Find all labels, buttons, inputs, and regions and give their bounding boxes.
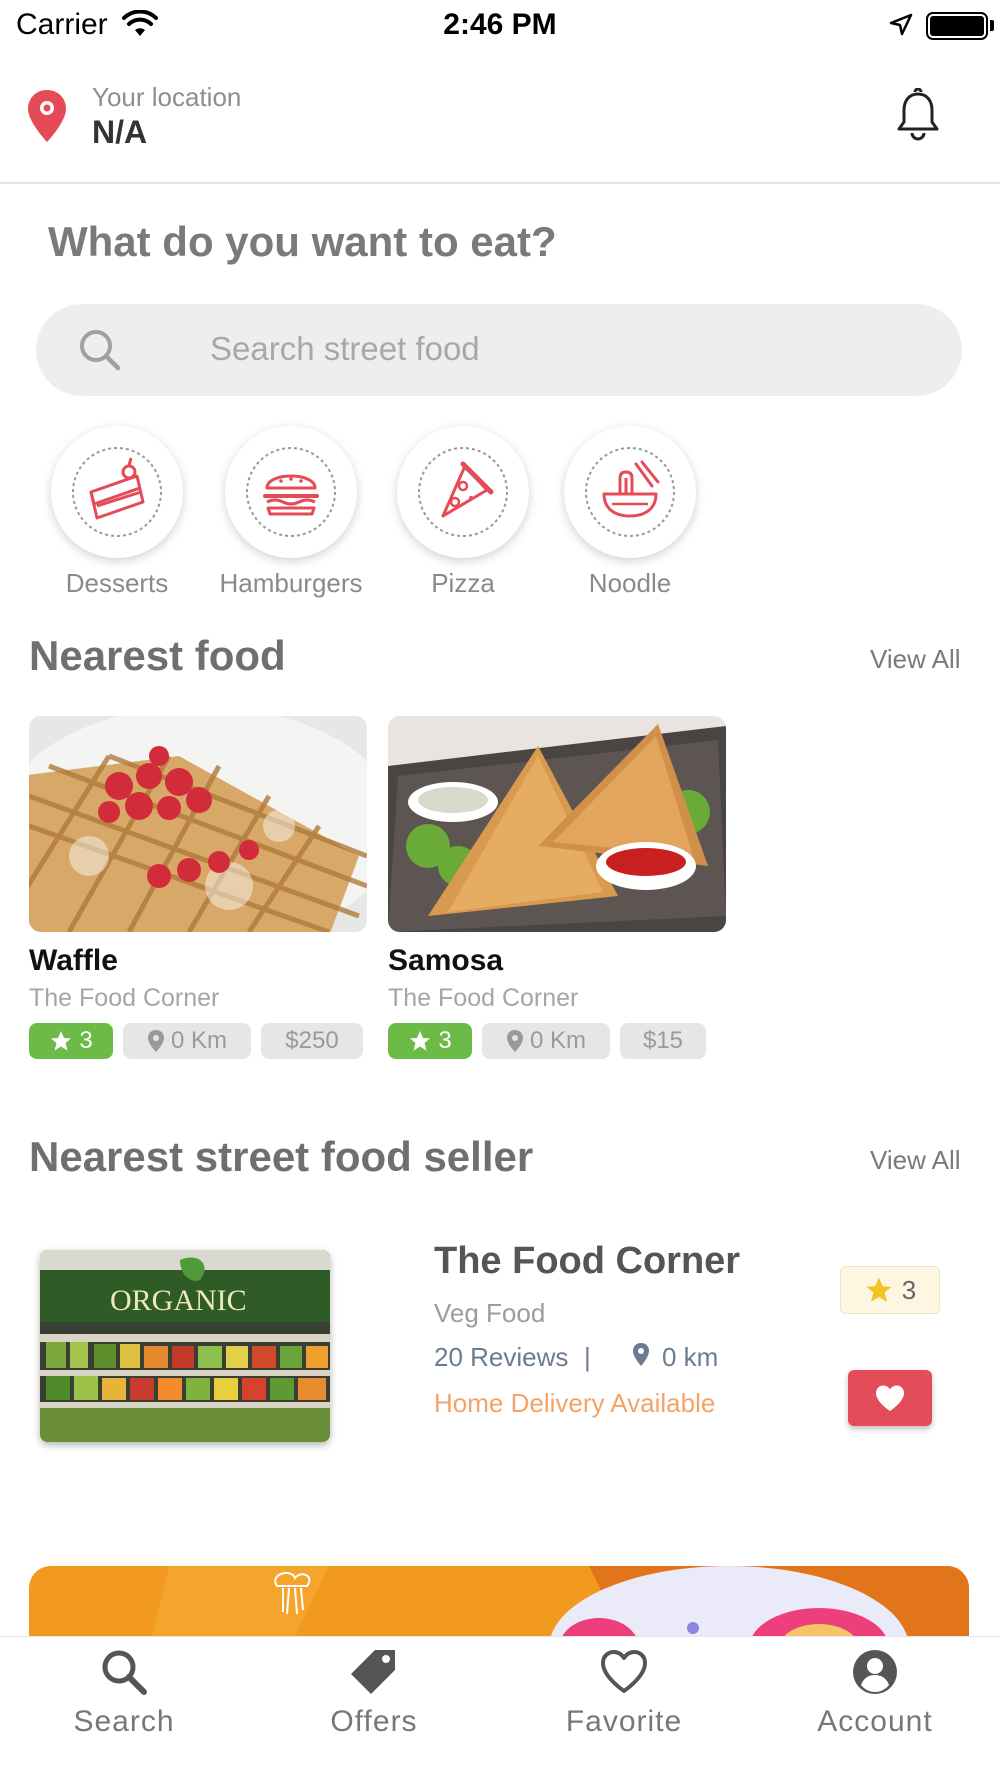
location-arrow-icon [889, 13, 913, 36]
heart-icon [876, 1385, 904, 1411]
category-hamburgers[interactable]: Hamburgers [206, 426, 376, 599]
rating-badge: 3 [388, 1023, 472, 1059]
tab-label: Search [73, 1705, 175, 1738]
tag-icon [351, 1650, 395, 1694]
distance-badge: 0 Km [123, 1023, 251, 1059]
bottom-tab-bar: Search Offers Favorite Account [0, 1636, 1000, 1778]
distance-badge: 0 Km [482, 1023, 610, 1059]
tab-search[interactable]: Search [24, 1647, 224, 1739]
star-icon [410, 1031, 431, 1051]
star-icon [51, 1031, 72, 1051]
tab-account[interactable]: Account [775, 1647, 975, 1739]
favorite-button[interactable] [848, 1370, 932, 1426]
battery-icon [926, 12, 988, 40]
location-value[interactable]: N/A [92, 114, 147, 151]
location-header: Your location N/A [0, 58, 1000, 184]
page-question: What do you want to eat? [48, 218, 557, 265]
nearest-seller-view-all-link[interactable]: View All [870, 1145, 961, 1176]
search-input[interactable]: Search street food [36, 304, 962, 396]
burger-icon [246, 447, 336, 537]
nearest-seller-title: Nearest street food seller [29, 1133, 534, 1180]
category-label: Noodle [588, 568, 672, 598]
organic-sign: ORGANIC [110, 1284, 247, 1317]
food-card[interactable]: Samosa The Food Corner 3 0 Km $15 [388, 716, 726, 1059]
search-icon [80, 330, 121, 371]
separator: | [584, 1342, 591, 1372]
clock-text: 2:46 PM [443, 8, 557, 41]
status-bar: Carrier 2:46 PM [0, 0, 1000, 50]
map-pin-icon [147, 1030, 164, 1052]
seller-image[interactable]: ORGANIC [40, 1250, 330, 1442]
seller-name[interactable]: The Food Corner [434, 1240, 740, 1283]
nearest-food-title: Nearest food [29, 632, 286, 679]
search-placeholder: Search street food [210, 330, 480, 367]
samosa-image [388, 716, 726, 932]
category-label: Pizza [431, 568, 495, 598]
tab-label: Favorite [565, 1705, 683, 1738]
delivery-status: Home Delivery Available [434, 1388, 716, 1418]
rating-badge: 3 [29, 1023, 113, 1059]
tab-favorite[interactable]: Favorite [524, 1647, 724, 1739]
heart-icon [601, 1650, 647, 1693]
tab-offers[interactable]: Offers [274, 1647, 474, 1739]
cake-icon [72, 447, 162, 537]
noodle-icon [585, 447, 675, 537]
map-pin-icon [506, 1030, 523, 1052]
tab-label: Account [817, 1705, 933, 1738]
food-name: Waffle [29, 944, 118, 977]
map-pin-icon [633, 1343, 649, 1366]
location-label: Your location [92, 82, 242, 112]
notification-bell-icon[interactable] [894, 88, 942, 144]
category-desserts[interactable]: Desserts [32, 426, 202, 599]
food-seller: The Food Corner [29, 984, 220, 1012]
seller-rating-badge: 3 [840, 1266, 940, 1314]
tab-label: Offers [330, 1705, 418, 1738]
food-card[interactable]: Waffle The Food Corner 3 0 Km $250 [29, 716, 367, 1059]
price-badge: $250 [261, 1023, 363, 1059]
location-pin-icon [28, 90, 66, 142]
category-pizza[interactable]: Pizza [378, 426, 548, 599]
price-badge: $15 [620, 1023, 706, 1059]
seller-reviews[interactable]: 20 Reviews [434, 1342, 568, 1373]
search-icon [102, 1650, 147, 1695]
category-label: Desserts [65, 568, 169, 598]
account-icon [853, 1650, 897, 1694]
category-label: Hamburgers [219, 568, 363, 598]
seller-distance: 0 km [662, 1342, 719, 1372]
food-seller: The Food Corner [388, 984, 579, 1012]
nearest-food-view-all-link[interactable]: View All [870, 644, 961, 675]
food-name: Samosa [388, 944, 504, 977]
star-icon [866, 1277, 892, 1302]
seller-type: Veg Food [434, 1298, 546, 1328]
pizza-icon [418, 447, 508, 537]
category-noodle[interactable]: Noodle [545, 426, 715, 599]
waffle-image [29, 716, 367, 932]
